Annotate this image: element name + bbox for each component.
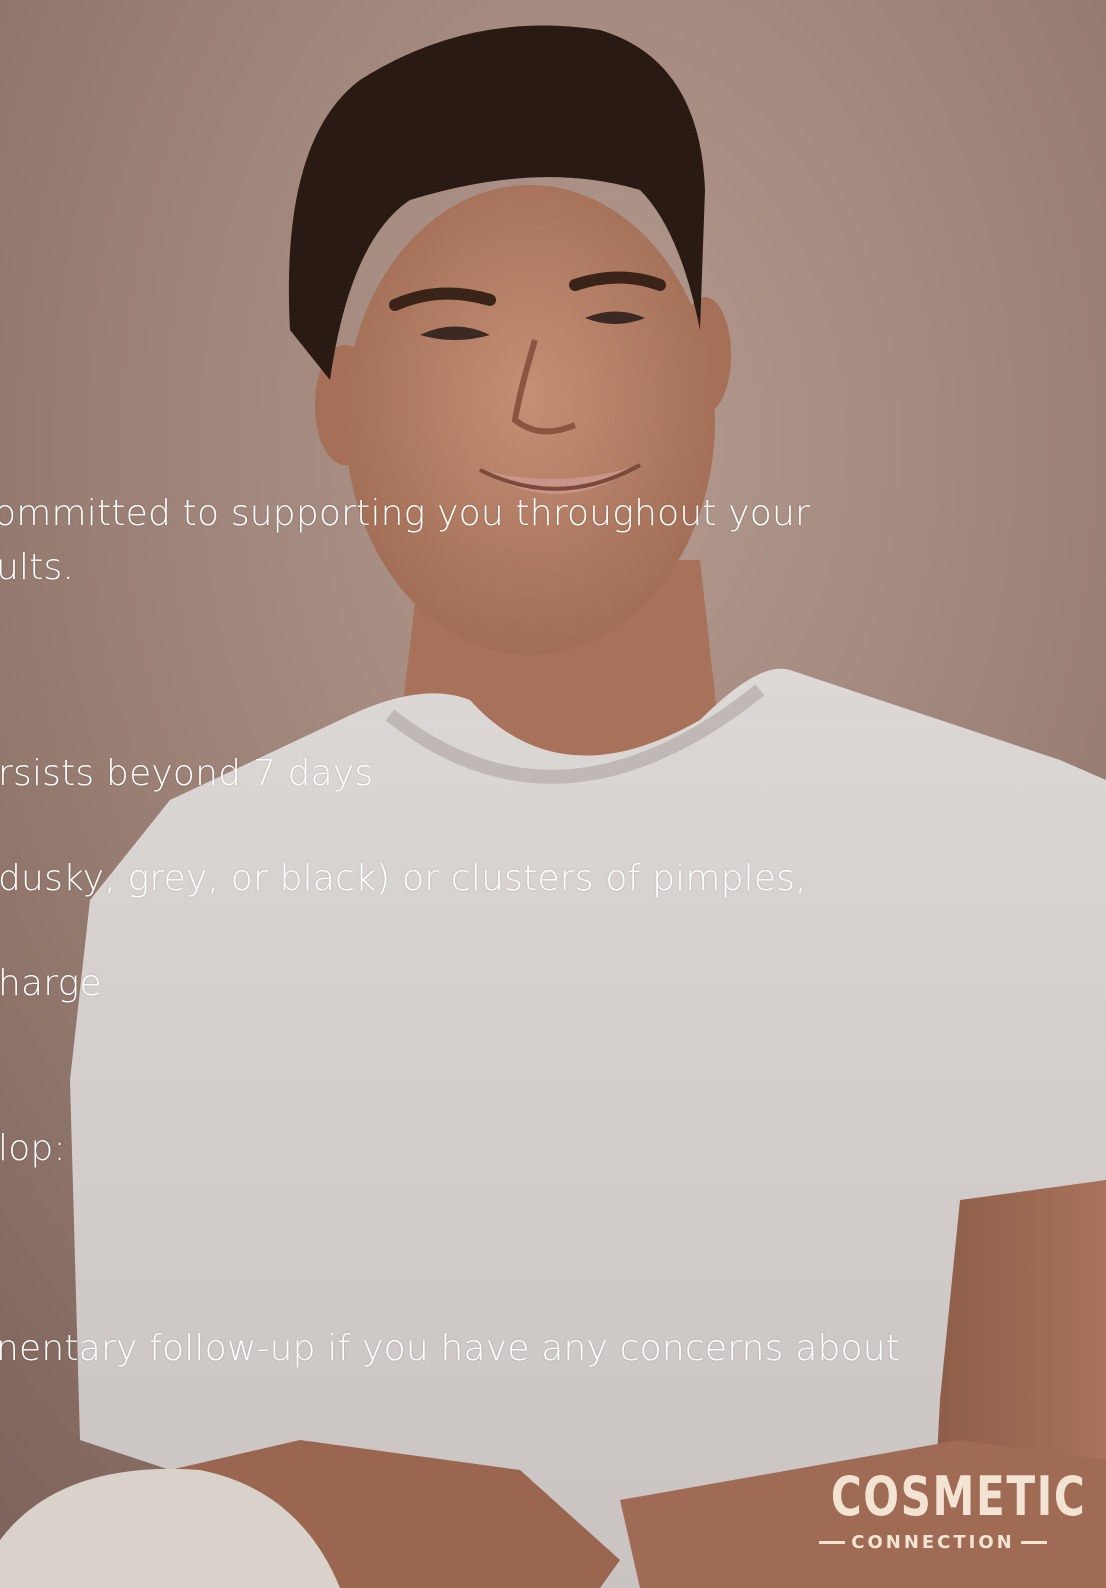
body-text-line-3: rsists beyond 7 days <box>0 753 374 794</box>
body-text-line-6: lop: <box>0 1128 66 1169</box>
logo-dash-right <box>1020 1540 1047 1544</box>
cosmetic-connection-logo: COSMETIC CONNECTION <box>802 1465 1087 1558</box>
body-text-line-1: ommitted to supporting you throughout yo… <box>0 493 811 534</box>
body-text-line-4: dusky, grey, or black) or clusters of pi… <box>0 858 807 899</box>
body-text-line-7: nentary follow-up if you have any concer… <box>0 1328 901 1369</box>
face <box>345 185 715 655</box>
logo-dash-left <box>819 1540 846 1544</box>
logo-sub-text: CONNECTION <box>851 1531 1015 1553</box>
logo-sub-row: CONNECTION <box>802 1530 1064 1554</box>
logo-main-text: COSMETIC <box>830 1465 1087 1528</box>
body-text-line-2: ults. <box>0 547 75 588</box>
body-text-line-5: harge <box>0 963 102 1004</box>
page: ommitted to supporting you throughout yo… <box>0 0 1106 1588</box>
